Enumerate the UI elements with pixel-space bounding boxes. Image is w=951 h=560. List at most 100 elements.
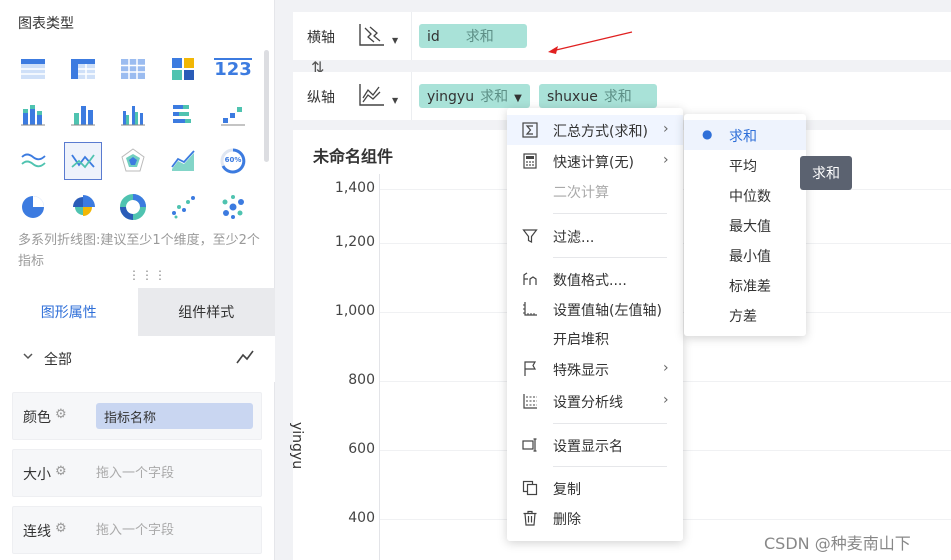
bubble-icon[interactable] [214, 188, 252, 226]
left-panel: 图表类型 123 60% 多系列折线图:建议至少1个维度，至少2个指标 ⋮⋮⋮ 图… [0, 0, 275, 560]
all-label: 全部 [44, 352, 72, 368]
line-icon[interactable] [64, 142, 102, 180]
all-series-row[interactable]: 全部 [0, 336, 275, 382]
y-field-tag-yingyu[interactable]: yingyu 求和 ▼ [419, 84, 530, 108]
chevron-right-icon: › [663, 392, 669, 408]
submenu-item-stddev[interactable]: 标准差 [684, 270, 806, 300]
rose-pie-icon[interactable] [64, 188, 102, 226]
submenu-item-max[interactable]: 最大值 [684, 210, 806, 240]
menu-item-display-name[interactable]: 设置显示名 [507, 430, 683, 460]
filter-icon [521, 227, 539, 245]
pie-icon[interactable] [14, 188, 52, 226]
submenu-item-min[interactable]: 最小值 [684, 240, 806, 270]
x-axis-type-icon[interactable] [357, 22, 387, 52]
value-axis-icon [521, 300, 539, 318]
connect-line-drop-field[interactable]: 拖入一个字段 [96, 519, 174, 538]
line-type-icon[interactable] [235, 348, 255, 370]
analysis-line-icon [521, 392, 539, 410]
annotation-arrow-icon [548, 31, 633, 54]
chevron-right-icon: › [663, 360, 669, 376]
property-tabs: 图形属性 组件样式 [0, 288, 275, 336]
caret-down-icon[interactable]: ▼ [392, 36, 398, 45]
y-tick: 600 [348, 441, 375, 457]
horizontal-bar-icon[interactable] [164, 96, 202, 134]
gauge-text: 60% [224, 156, 242, 164]
chevron-right-icon: › [663, 121, 669, 137]
number-card-icon[interactable]: 123 [214, 50, 252, 88]
color-field-pill[interactable]: 指标名称 [96, 403, 253, 429]
gear-icon[interactable]: ⚙ [55, 407, 67, 422]
menu-item-aggregation[interactable]: 汇总方式(求和) › [507, 115, 683, 145]
y-tick: 800 [348, 372, 375, 388]
flag-icon [521, 360, 539, 378]
aggregation-submenu: ● 求和 平均 中位数 最大值 最小值 标准差 方差 [684, 114, 806, 336]
y-tick: 1,200 [334, 234, 375, 250]
field-context-menu: 汇总方式(求和) › 快速计算(无) › 二次计算 过滤... 数值格式....… [507, 108, 683, 541]
donut-icon[interactable] [114, 188, 152, 226]
chevron-down-icon[interactable] [22, 350, 34, 365]
copy-icon [521, 479, 539, 497]
size-property[interactable]: 大小 ⚙ 拖入一个字段 [12, 449, 262, 497]
menu-item-delete[interactable]: 删除 [507, 503, 683, 533]
tab-graphic-properties[interactable]: 图形属性 [0, 288, 138, 336]
delete-icon [521, 509, 539, 527]
display-name-icon [521, 436, 539, 454]
y-axis-ticks: 1,400 1,200 1,000 800 600 400 [323, 130, 375, 560]
y-field-tag-shuxue[interactable]: shuxue 求和 [539, 84, 657, 108]
y-tick: 400 [348, 510, 375, 526]
radar-icon[interactable] [114, 142, 152, 180]
gear-icon[interactable]: ⚙ [55, 464, 67, 479]
submenu-item-average[interactable]: 平均 [684, 150, 806, 180]
submenu-item-sum[interactable]: ● 求和 [684, 120, 806, 150]
menu-item-stacking[interactable]: 开启堆积 [507, 323, 683, 353]
resize-grip-icon[interactable]: ⋮⋮⋮ [128, 269, 167, 281]
tooltip: 求和 [800, 156, 852, 190]
chevron-right-icon: › [663, 152, 669, 168]
menu-item-secondary-calc: 二次计算 [553, 185, 609, 201]
stacked-bar-icon[interactable] [14, 96, 52, 134]
menu-item-filter[interactable]: 过滤... [507, 221, 683, 251]
y-axis-label: 纵轴 [307, 90, 335, 106]
detail-table-icon[interactable] [114, 50, 152, 88]
size-drop-field[interactable]: 拖入一个字段 [96, 462, 174, 481]
menu-item-value-axis[interactable]: 设置值轴(左值轴) [507, 294, 683, 324]
submenu-item-median[interactable]: 中位数 [684, 180, 806, 210]
caret-down-icon[interactable]: ▼ [514, 93, 522, 104]
gear-icon[interactable]: ⚙ [55, 521, 67, 536]
gauge-icon[interactable]: 60% [214, 142, 252, 180]
connect-line-property[interactable]: 连线 ⚙ 拖入一个字段 [12, 506, 262, 554]
grouped-bar-icon[interactable] [114, 96, 152, 134]
cross-table-icon[interactable] [64, 50, 102, 88]
chart-type-title: 图表类型 [18, 16, 74, 32]
chart-hint: 多系列折线图:建议至少1个维度，至少2个指标 [18, 233, 260, 269]
menu-item-quick-calc[interactable]: 快速计算(无) › [507, 146, 683, 176]
waterfall-icon[interactable] [214, 96, 252, 134]
watermark: CSDN @种麦南山下 [764, 534, 911, 553]
selected-dot-icon: ● [702, 127, 713, 141]
submenu-item-variance[interactable]: 方差 [684, 300, 806, 330]
menu-item-number-format[interactable]: 数值格式.... [507, 264, 683, 294]
bar-icon[interactable] [64, 96, 102, 134]
x-axis-label: 横轴 [307, 30, 335, 46]
caret-down-icon[interactable]: ▼ [392, 96, 398, 105]
connect-line-label: 连线 [23, 524, 51, 540]
number-card-text: 123 [214, 58, 252, 80]
heatmap-table-icon[interactable] [164, 50, 202, 88]
table-icon[interactable] [14, 50, 52, 88]
y-tick: 1,400 [334, 180, 375, 196]
calculator-icon [521, 152, 539, 170]
scatter-icon[interactable] [164, 188, 202, 226]
area-icon[interactable] [164, 142, 202, 180]
x-field-tag-id[interactable]: id 求和 [419, 24, 527, 48]
multi-line-icon[interactable] [14, 142, 52, 180]
scrollbar-thumb[interactable] [264, 50, 269, 162]
color-label: 颜色 [23, 410, 51, 426]
y-tick: 1,000 [334, 303, 375, 319]
menu-item-copy[interactable]: 复制 [507, 473, 683, 503]
size-label: 大小 [23, 467, 51, 483]
tab-component-style[interactable]: 组件样式 [137, 288, 275, 336]
menu-item-special-display[interactable]: 特殊显示 › [507, 354, 683, 384]
color-property[interactable]: 颜色 ⚙ 指标名称 [12, 392, 262, 440]
y-axis-type-icon[interactable] [357, 82, 387, 112]
menu-item-analysis-line[interactable]: 设置分析线 › [507, 386, 683, 416]
